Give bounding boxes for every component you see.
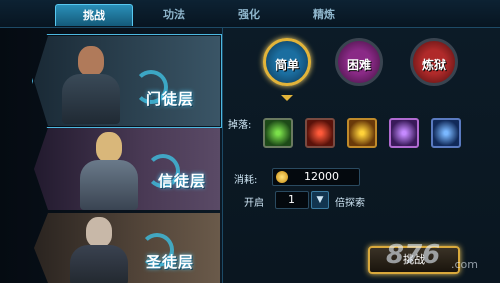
mode-easy-button[interactable]: 简单 xyxy=(263,38,311,86)
cost-value: 12000 xyxy=(304,170,339,183)
cost-label: 消耗: xyxy=(234,175,258,186)
tab-enhance[interactable]: 强化 xyxy=(210,4,288,26)
character-card-saint[interactable]: 圣徒层 xyxy=(34,213,220,283)
tab-bar: 挑战 功法 强化 精炼 xyxy=(0,0,500,28)
watermark-logo: 876 xyxy=(386,240,441,270)
chevron-down-icon[interactable]: ▼ xyxy=(311,191,329,209)
character-label: 圣徒层 xyxy=(146,253,195,271)
selected-frame xyxy=(32,34,222,128)
character-portrait xyxy=(74,130,144,210)
character-label: 信徒层 xyxy=(158,172,207,190)
mode-hell-button[interactable]: 炼狱 xyxy=(410,38,458,86)
watermark-domain: .com xyxy=(451,258,478,271)
tab-challenge[interactable]: 挑战 xyxy=(55,4,133,26)
multiplier-select[interactable]: 1 xyxy=(275,191,309,209)
multiplier-suffix: 倍探索 xyxy=(335,198,365,209)
drops-label: 掉落: xyxy=(228,120,252,131)
open-label: 开启 xyxy=(244,198,264,209)
red-orb-icon[interactable] xyxy=(305,118,335,148)
selected-pointer-icon xyxy=(281,95,293,101)
gold-chest-icon[interactable] xyxy=(347,118,377,148)
green-gem-icon[interactable] xyxy=(263,118,293,148)
coin-icon xyxy=(276,171,288,183)
tab-skills[interactable]: 功法 xyxy=(135,4,213,26)
character-portrait xyxy=(64,215,134,283)
mode-hard-button[interactable]: 困难 xyxy=(335,38,383,86)
purple-chest-icon[interactable] xyxy=(389,118,419,148)
tab-refine[interactable]: 精炼 xyxy=(285,4,363,26)
character-card-believer[interactable]: 信徒层 xyxy=(34,128,220,210)
blue-chest-icon[interactable] xyxy=(431,118,461,148)
